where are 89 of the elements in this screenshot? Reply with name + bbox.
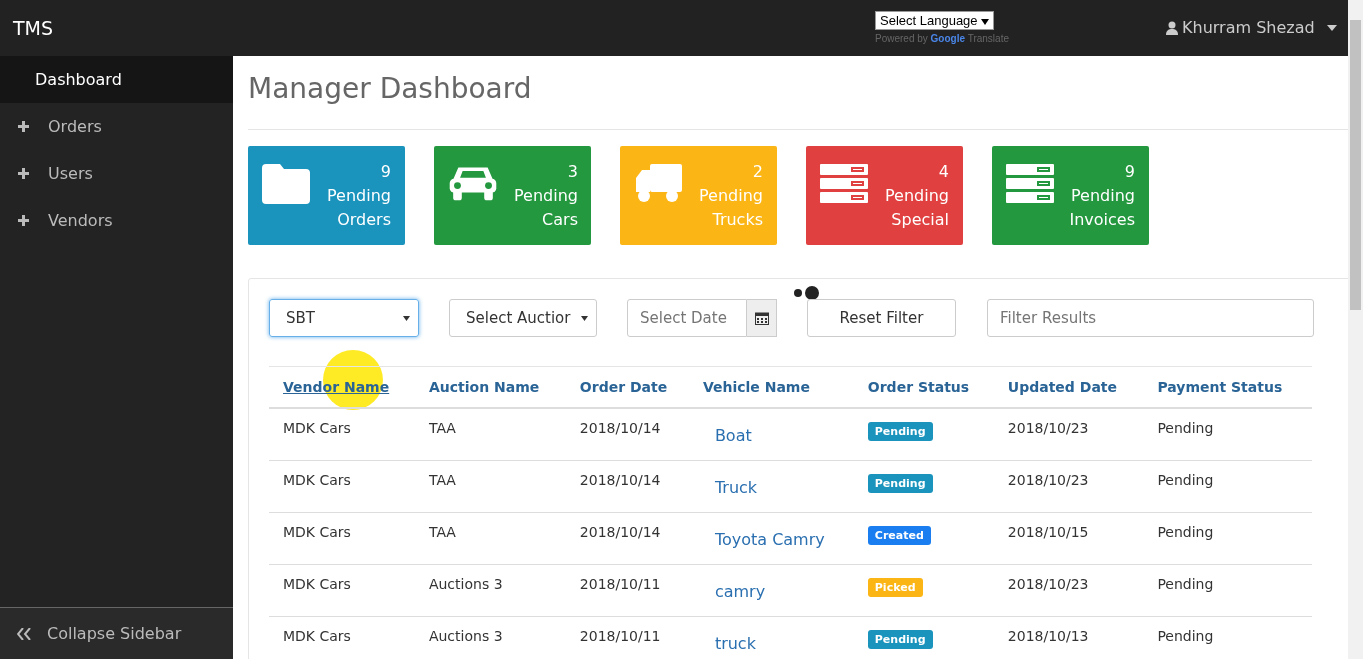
table-cell: Auctions 3 [428,627,503,644]
table-cell: MDK Cars [283,471,351,488]
folder-icon [262,164,310,204]
server-icon [820,164,868,204]
table-cell: 2018/10/14 [579,523,661,540]
vendor-select[interactable]: SBT [269,299,419,337]
column-header[interactable]: Updated Date [1007,379,1117,395]
table-cell: Pending [1157,575,1214,592]
table-cell: 2018/10/11 [579,627,661,644]
calendar-button[interactable] [747,299,777,337]
sidebar-item[interactable]: Users [0,150,233,197]
table-cell: Pending [1157,627,1214,644]
caret-icon [1326,24,1337,31]
vehicle-link[interactable]: truck [714,633,756,653]
stat-tile[interactable]: 9 Pending Orders [248,146,405,245]
table-cell: Pending [1157,471,1214,488]
truck-icon [634,164,682,204]
column-header[interactable]: Payment Status [1157,379,1283,395]
plus-icon [18,121,29,132]
calendar-icon [754,311,769,325]
table-cell: 2018/10/23 [1007,575,1089,592]
tile-label: Pending Special [884,185,949,231]
user-icon [1166,20,1178,35]
auction-select[interactable]: Select Auctior [449,299,597,337]
stat-tile[interactable]: 4 Pending Special [806,146,963,245]
status-badge: Pending [867,629,933,649]
translate-text: Translate [967,33,1009,44]
vehicle-link[interactable]: Boat [714,426,752,445]
sidebar-item[interactable]: Vendors [0,197,233,244]
caret-icon [581,315,588,321]
table-cell: TAA [428,523,456,540]
status-badge: Pending [867,473,933,493]
table-cell: 2018/10/13 [1007,627,1089,644]
plus-icon [18,215,29,226]
table-cell: MDK Cars [283,523,351,540]
scrollbar[interactable] [1348,0,1363,659]
column-header[interactable]: Order Date [579,379,668,395]
user-menu[interactable]: Khurram Shezad [1182,18,1315,37]
tile-label: Pending Orders [326,185,391,231]
status-badge: Picked [867,577,923,597]
table-cell: MDK Cars [283,627,351,644]
table-cell: 2018/10/14 [579,420,661,436]
caret-icon [981,19,990,25]
sidebar-item[interactable]: Orders [0,103,233,150]
tile-count: 9 [380,161,391,183]
table-cell: MDK Cars [283,575,351,592]
tile-count: 3 [567,161,578,183]
vehicle-link[interactable]: camry [714,581,766,601]
brand-title[interactable]: TMS [13,17,54,39]
table-cell: 2018/10/14 [579,471,661,488]
tile-label: Pending Cars [513,185,578,231]
table-cell: Pending [1157,523,1214,540]
table-cell: 2018/10/11 [579,575,661,592]
tile-count: 4 [938,161,949,183]
table-cell: 2018/10/15 [1007,523,1089,540]
filter-results-field[interactable]: Filter Results [987,299,1314,337]
vehicle-link[interactable]: Truck [714,477,758,497]
column-header[interactable]: Order Status [867,379,970,395]
reset-filter-button[interactable]: Reset Filter [807,299,956,337]
car-icon [448,164,498,202]
column-header[interactable]: Vehicle Name [702,379,810,395]
date-field[interactable]: Select Date [627,299,747,337]
google-logo: Google [930,33,966,44]
column-header[interactable]: Auction Name [428,379,540,395]
tile-count: 2 [752,161,763,183]
table-cell: MDK Cars [283,420,351,436]
table-cell: 2018/10/23 [1007,471,1089,488]
double-chevron-icon [17,627,31,640]
stat-tile[interactable]: 9 Pending Invoices [992,146,1149,245]
table-cell: TAA [428,420,456,436]
table-cell: TAA [428,471,456,488]
tile-count: 9 [1124,161,1135,183]
caret-icon [403,315,410,321]
server-icon [1006,164,1054,204]
plus-icon [18,168,29,179]
status-badge: Pending [867,422,933,441]
vehicle-link[interactable]: Toyota Camry [714,529,825,549]
table-cell: 2018/10/23 [1007,420,1089,436]
table-cell: Pending [1157,420,1214,436]
language-select[interactable]: Select Language [875,11,995,30]
powered-by-text: Powered by [875,33,928,44]
tile-label: Pending Invoices [1068,185,1135,231]
table-cell: Auctions 3 [428,575,503,592]
loading-dots-icon [791,285,821,301]
tile-label: Pending Trucks [698,185,763,231]
sidebar-item[interactable]: Dashboard [0,56,233,103]
status-badge: Created [867,525,931,545]
stat-tile[interactable]: 3 Pending Cars [434,146,591,245]
collapse-sidebar-button[interactable]: Collapse Sidebar [0,607,233,659]
